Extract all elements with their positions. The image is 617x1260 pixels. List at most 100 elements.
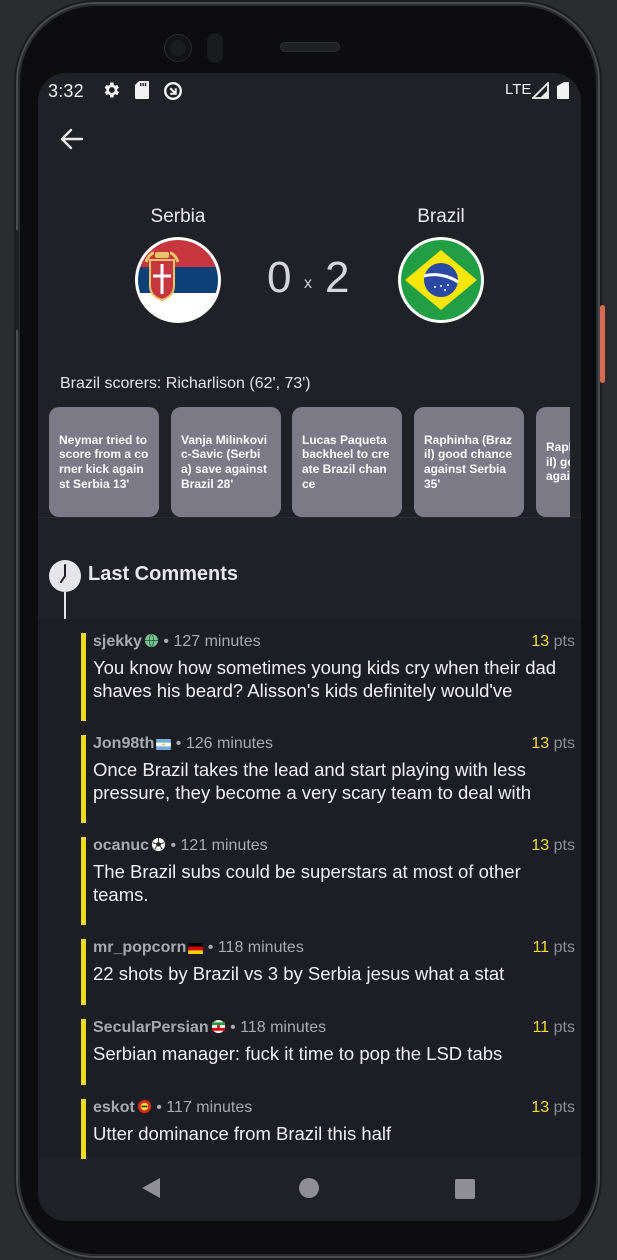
- highlights-carousel[interactable]: Neymar tried to score from a corner kick…: [49, 407, 570, 517]
- comment-time: 118 minutes: [240, 1019, 327, 1036]
- comment-text: Once Brazil takes the lead and start pla…: [93, 759, 532, 803]
- comment-username[interactable]: SecularPersian: [93, 1019, 209, 1036]
- comment-item[interactable]: SecularPersian • 118 minutes 11 pts Serb…: [81, 1019, 581, 1085]
- comment-text: Serbian manager: fuck it time to pop the…: [93, 1043, 503, 1064]
- germany-flag-icon: [188, 943, 204, 954]
- points-value: 13: [531, 1099, 550, 1116]
- comment-points: 11 pts: [533, 939, 575, 957]
- volume-button: [14, 230, 19, 330]
- comment-time: 118 minutes: [217, 939, 304, 956]
- proximity-sensor: [207, 33, 223, 63]
- comment-points: 13 pts: [531, 633, 575, 651]
- points-label: pts: [553, 633, 575, 650]
- data-saver-icon: [164, 82, 182, 100]
- comment-item[interactable]: eskot • 117 minutes 13 pts Utter dominan…: [81, 1099, 581, 1159]
- comments-list[interactable]: sjekky • 127 minutes 13 pts You know how…: [38, 619, 581, 1159]
- highlight-card[interactable]: Lucas Paqueta backheel to create Brazil …: [292, 407, 402, 517]
- brazil-flag-icon: [401, 240, 481, 320]
- back-arrow-icon[interactable]: [58, 125, 86, 153]
- nav-home-icon[interactable]: [298, 1177, 320, 1199]
- comment-time: 117 minutes: [166, 1099, 253, 1116]
- comment-points: 13 pts: [531, 837, 575, 855]
- points-value: 13: [531, 633, 550, 650]
- comment-time: 127 minutes: [173, 633, 261, 650]
- points-label: pts: [553, 837, 575, 854]
- comment-meta: SecularPersian • 118 minutes: [93, 1019, 327, 1036]
- serbia-flag-icon: [138, 240, 218, 320]
- home-team-name: Serbia: [150, 206, 206, 227]
- comment-text: You know how sometimes young kids cry wh…: [93, 657, 557, 701]
- comment-meta: ocanuc • 121 minutes: [93, 837, 268, 854]
- globe-badge-icon: [144, 633, 158, 648]
- comment-item[interactable]: mr_popcorn • 118 minutes 11 pts 22 shots…: [81, 939, 581, 1005]
- scorers-line: Brazil scorers: Richarlison (62', 73'): [60, 375, 311, 392]
- comment-accent-bar: [81, 735, 86, 823]
- comment-accent-bar: [81, 939, 86, 1005]
- comment-accent-bar: [81, 837, 86, 925]
- comment-meta: mr_popcorn • 118 minutes: [93, 939, 304, 956]
- system-nav-bar: [38, 1159, 581, 1221]
- away-team-name: Brazil: [417, 206, 465, 227]
- comment-accent-bar: [81, 633, 86, 721]
- manutd-badge-icon: [137, 1099, 151, 1114]
- points-value: 13: [531, 735, 550, 752]
- comment-username[interactable]: mr_popcorn: [93, 939, 186, 956]
- points-label: pts: [553, 939, 575, 956]
- comment-text: Utter dominance from Brazil this half: [93, 1123, 392, 1144]
- nav-recents-icon[interactable]: [454, 1178, 476, 1200]
- points-value: 11: [532, 1019, 550, 1036]
- front-camera: [165, 35, 191, 61]
- highlight-card[interactable]: Vanja Milinkovic-Savic (Serbia) save aga…: [171, 407, 281, 517]
- signal-icon: [532, 82, 549, 99]
- argentina-flag-icon: [156, 739, 172, 750]
- highlight-card-text: Lucas Paqueta backheel to create Brazil …: [302, 432, 390, 491]
- away-score: 2: [325, 253, 350, 302]
- comment-item[interactable]: Jon98th • 126 minutes 13 pts Once Brazil…: [81, 735, 581, 823]
- comment-meta: Jon98th • 126 minutes: [93, 735, 274, 752]
- comment-accent-bar: [81, 1099, 86, 1159]
- iran-badge-icon: [211, 1019, 225, 1034]
- comment-meta: sjekky • 127 minutes: [93, 633, 261, 650]
- sd-card-icon: [135, 81, 149, 99]
- comment-meta: eskot • 117 minutes: [93, 1099, 253, 1116]
- points-label: pts: [553, 735, 575, 752]
- highlight-card[interactable]: Raphinha (Brazil) good chance against Se…: [414, 407, 524, 517]
- settings-icon: [104, 82, 119, 98]
- highlight-card[interactable]: Raphinha (Brazil) good chance against Se…: [536, 407, 570, 517]
- comment-accent-bar: [81, 1019, 86, 1085]
- section-divider: [38, 517, 581, 518]
- comment-points: 11 pts: [533, 1019, 575, 1037]
- last-comments-title: Last Comments: [88, 563, 239, 585]
- comment-time: 121 minutes: [180, 837, 268, 854]
- home-score: 0: [267, 253, 292, 302]
- points-label: pts: [553, 1019, 575, 1036]
- earpiece-speaker: [280, 42, 340, 52]
- highlight-card-text: Raphinha (Brazil) good chance against Se…: [546, 440, 570, 484]
- power-button: [600, 305, 605, 383]
- comment-username[interactable]: ocanuc: [93, 837, 149, 854]
- comment-item[interactable]: ocanuc • 121 minutes 13 pts The Brazil s…: [81, 837, 581, 925]
- comment-points: 13 pts: [531, 1099, 575, 1117]
- network-type: LTE: [505, 81, 532, 98]
- comment-username[interactable]: eskot: [93, 1099, 135, 1116]
- clock-icon: [49, 560, 81, 592]
- app-screen: 3:32 LTE Serbia Brazil 0 x 2 Brazil scor…: [38, 73, 581, 1221]
- nav-back-icon[interactable]: [140, 1176, 162, 1200]
- highlight-card-text: Raphinha (Brazil) good chance against Se…: [424, 432, 513, 491]
- comment-time: 126 minutes: [185, 735, 274, 752]
- comment-text: The Brazil subs could be superstars at m…: [93, 861, 521, 905]
- comment-username[interactable]: sjekky: [93, 633, 142, 650]
- battery-icon: [557, 82, 569, 99]
- comment-username[interactable]: Jon98th: [93, 735, 154, 752]
- comment-text: 22 shots by Brazil vs 3 by Serbia jesus …: [93, 963, 505, 984]
- soccer-ball-icon: [151, 837, 166, 852]
- highlight-card-text: Vanja Milinkovic-Savic (Serbia) save aga…: [181, 432, 268, 491]
- points-label: pts: [553, 1099, 575, 1116]
- highlight-card[interactable]: Neymar tried to score from a corner kick…: [49, 407, 159, 517]
- points-value: 13: [531, 837, 550, 854]
- comment-item[interactable]: sjekky • 127 minutes 13 pts You know how…: [81, 633, 581, 721]
- comment-points: 13 pts: [531, 735, 575, 753]
- highlight-card-text: Neymar tried to score from a corner kick…: [59, 432, 149, 491]
- score-separator: x: [304, 275, 312, 292]
- status-time: 3:32: [48, 81, 84, 101]
